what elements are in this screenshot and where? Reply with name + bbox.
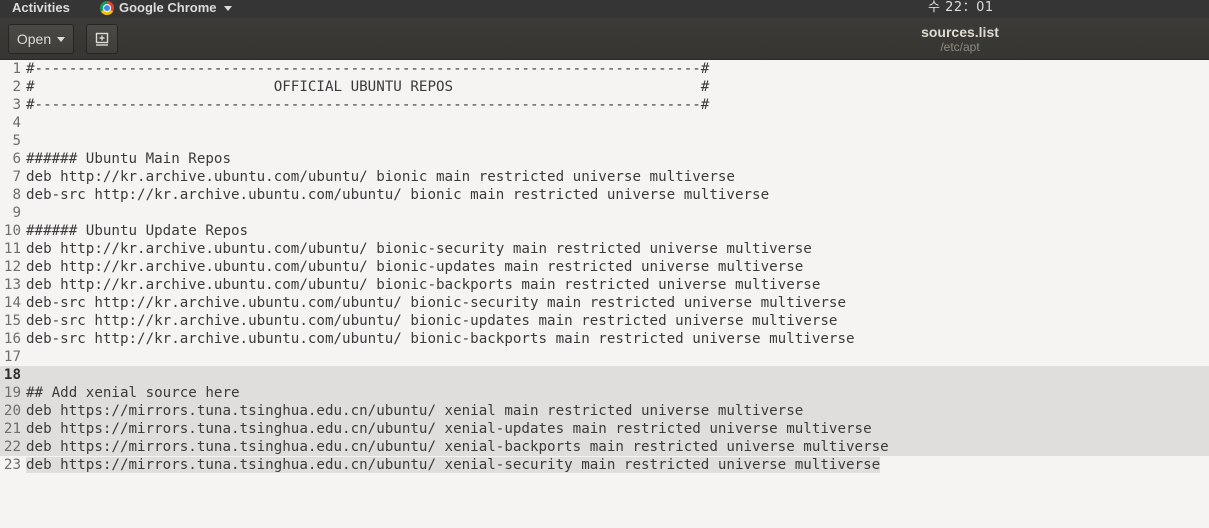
line-number: 11 [3, 241, 21, 257]
header-bar: Open sources.list /etc/apt [0, 18, 1209, 60]
open-button-label: Open [16, 31, 52, 47]
editor-line[interactable]: 12 deb http://kr.archive.ubuntu.com/ubunt… [0, 258, 1209, 276]
line-number: 18 [3, 367, 21, 383]
clock[interactable]: 수 22：01 [928, 0, 994, 16]
line-number: 4 [12, 115, 21, 131]
new-document-icon [95, 32, 109, 46]
line-number: 17 [3, 349, 21, 365]
chrome-icon [100, 1, 114, 15]
editor-line[interactable]: 8 deb-src http://kr.archive.ubuntu.com/ub… [0, 186, 1209, 204]
line-number: 5 [12, 133, 21, 149]
line-number: 1 [12, 61, 21, 77]
line-number: 6 [12, 151, 21, 167]
line-text: deb-src http://kr.archive.ubuntu.com/ubu… [26, 313, 838, 329]
editor-line[interactable]: 3 #--------------------------------------… [0, 96, 1209, 114]
editor-line[interactable]: 22 deb https://mirrors.tuna.tsinghua.edu.… [0, 438, 1209, 456]
line-number: 14 [3, 295, 21, 311]
editor-line[interactable]: 4 [0, 114, 1209, 132]
open-button[interactable]: Open [8, 24, 74, 54]
line-text: deb http://kr.archive.ubuntu.com/ubuntu/… [26, 169, 735, 185]
line-number: 21 [3, 421, 21, 437]
line-number: 23 [3, 457, 21, 473]
file-name: sources.list [921, 24, 999, 40]
line-number: 8 [12, 187, 21, 203]
editor-line[interactable]: 1 #--------------------------------------… [0, 60, 1209, 78]
editor-line[interactable]: 18 [0, 366, 1209, 384]
editor-line[interactable]: 14 deb-src http://kr.archive.ubuntu.com/u… [0, 294, 1209, 312]
editor-line[interactable]: 15 deb-src http://kr.archive.ubuntu.com/u… [0, 312, 1209, 330]
line-text: deb http://kr.archive.ubuntu.com/ubuntu/… [26, 241, 812, 257]
top-panel: Activities Google Chrome 수 22：01 [0, 0, 1209, 18]
line-text: ###### Ubuntu Main Repos [26, 151, 231, 167]
chevron-down-icon [57, 36, 66, 42]
line-number: 3 [12, 97, 21, 113]
line-number: 9 [12, 205, 21, 221]
editor-line[interactable]: 13 deb http://kr.archive.ubuntu.com/ubunt… [0, 276, 1209, 294]
line-number: 7 [12, 169, 21, 185]
activities-button[interactable]: Activities [12, 0, 70, 16]
editor-line[interactable]: 17 [0, 348, 1209, 366]
editor-line[interactable]: 2 # OFFICIAL UBUNTU REPOS # [0, 78, 1209, 96]
line-text: deb https://mirrors.tuna.tsinghua.edu.cn… [26, 421, 872, 437]
window-title: sources.list /etc/apt [860, 24, 1060, 54]
file-path: /etc/apt [940, 40, 980, 54]
line-text: ## Add xenial source here [26, 385, 240, 401]
line-text: deb https://mirrors.tuna.tsinghua.edu.cn… [26, 403, 804, 419]
line-text: deb https://mirrors.tuna.tsinghua.edu.cn… [26, 439, 889, 455]
line-text: deb https://mirrors.tuna.tsinghua.edu.cn… [26, 457, 881, 473]
line-text: # OFFICIAL UBUNTU REPOS # [26, 79, 710, 95]
app-menu[interactable]: Google Chrome [100, 0, 232, 16]
new-document-button[interactable] [86, 24, 118, 54]
line-number: 13 [3, 277, 21, 293]
line-number: 10 [3, 223, 21, 239]
editor-line[interactable]: 23 deb https://mirrors.tuna.tsinghua.edu.… [0, 456, 1209, 474]
line-text: ###### Ubuntu Update Repos [26, 223, 249, 239]
text-editor[interactable]: 1 #--------------------------------------… [0, 60, 1209, 528]
editor-line[interactable]: 21 deb https://mirrors.tuna.tsinghua.edu.… [0, 420, 1209, 438]
editor-line[interactable]: 20 deb https://mirrors.tuna.tsinghua.edu.… [0, 402, 1209, 420]
line-text: deb http://kr.archive.ubuntu.com/ubuntu/… [26, 277, 821, 293]
editor-line[interactable]: 7 deb http://kr.archive.ubuntu.com/ubuntu… [0, 168, 1209, 186]
line-number: 15 [3, 313, 21, 329]
line-number: 2 [12, 79, 21, 95]
line-text: deb-src http://kr.archive.ubuntu.com/ubu… [26, 295, 846, 311]
line-text: deb http://kr.archive.ubuntu.com/ubuntu/… [26, 259, 804, 275]
editor-line[interactable]: 5 [0, 132, 1209, 150]
line-number: 20 [3, 403, 21, 419]
line-text: #---------------------------------------… [26, 97, 710, 113]
editor-line[interactable]: 6 ###### Ubuntu Main Repos [0, 150, 1209, 168]
line-number: 22 [3, 439, 21, 455]
app-menu-label: Google Chrome [119, 0, 217, 15]
editor-line[interactable]: 10 ###### Ubuntu Update Repos [0, 222, 1209, 240]
editor-line[interactable]: 19 ## Add xenial source here [0, 384, 1209, 402]
line-text: deb-src http://kr.archive.ubuntu.com/ubu… [26, 187, 770, 203]
line-text: deb-src http://kr.archive.ubuntu.com/ubu… [26, 331, 855, 347]
editor-line[interactable]: 11 deb http://kr.archive.ubuntu.com/ubunt… [0, 240, 1209, 258]
editor-line[interactable]: 16 deb-src http://kr.archive.ubuntu.com/u… [0, 330, 1209, 348]
line-number: 12 [3, 259, 21, 275]
chevron-down-icon [223, 5, 232, 11]
line-text: #---------------------------------------… [26, 61, 710, 77]
line-number: 19 [3, 385, 21, 401]
editor-line[interactable]: 9 [0, 204, 1209, 222]
line-number: 16 [3, 331, 21, 347]
